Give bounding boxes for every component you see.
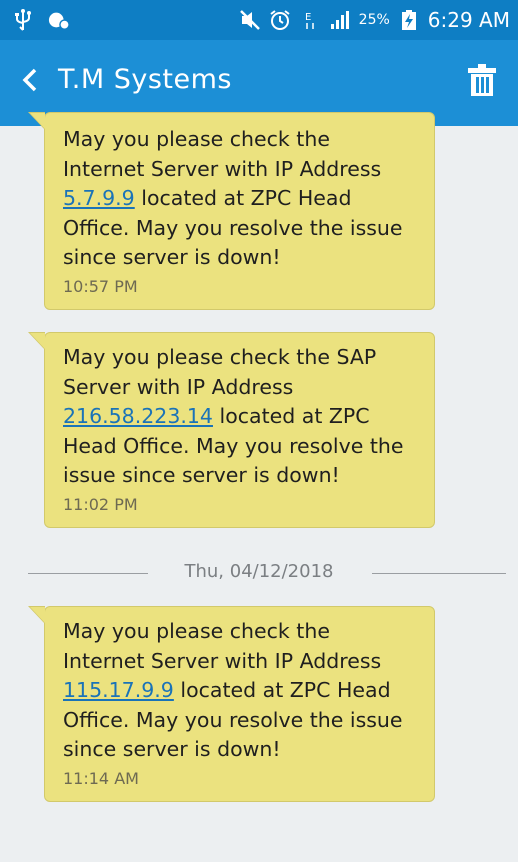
message-time: 11:14 AM	[63, 768, 139, 788]
notification-icon	[48, 9, 70, 31]
message-bubble-1[interactable]: May you please check the Internet Server…	[28, 112, 435, 310]
status-bar-left	[12, 0, 70, 40]
divider-line-right	[372, 573, 506, 574]
message-time: 11:02 PM	[63, 494, 138, 514]
usb-icon	[12, 9, 34, 31]
message-text: May you please check the Internet Server…	[63, 127, 403, 269]
trash-icon	[468, 64, 496, 100]
ip-address-link[interactable]: 5.7.9.9	[63, 186, 135, 210]
status-time: 6:29 AM	[427, 8, 510, 32]
data-icon: E	[299, 9, 321, 31]
battery-charging-icon	[398, 9, 420, 31]
status-bar-right: E 25% 6:29 AM	[239, 0, 510, 40]
alarm-icon	[269, 9, 291, 31]
date-divider: Thu, 04/12/2018	[0, 556, 518, 590]
delete-button[interactable]	[460, 60, 504, 104]
chevron-left-icon	[22, 68, 38, 96]
ip-address-link[interactable]: 216.58.223.14	[63, 404, 213, 428]
message-bubble-2[interactable]: May you please check the SAP Server with…	[28, 332, 435, 528]
status-bar: E 25% 6:29 AM	[0, 0, 518, 40]
mute-icon	[239, 9, 261, 31]
message-text: May you please check the Internet Server…	[63, 619, 403, 761]
message-time: 10:57 PM	[63, 276, 138, 296]
svg-text:E: E	[305, 12, 311, 23]
date-divider-text: Thu, 04/12/2018	[184, 561, 334, 582]
message-text: May you please check the SAP Server with…	[63, 345, 404, 487]
conversation-title: T.M Systems	[58, 64, 232, 95]
message-bubble-3[interactable]: May you please check the Internet Server…	[28, 606, 435, 802]
signal-icon	[329, 9, 351, 31]
back-button[interactable]	[10, 62, 50, 102]
ip-address-link[interactable]: 115.17.9.9	[63, 678, 174, 702]
battery-percent: 25%	[358, 12, 390, 28]
